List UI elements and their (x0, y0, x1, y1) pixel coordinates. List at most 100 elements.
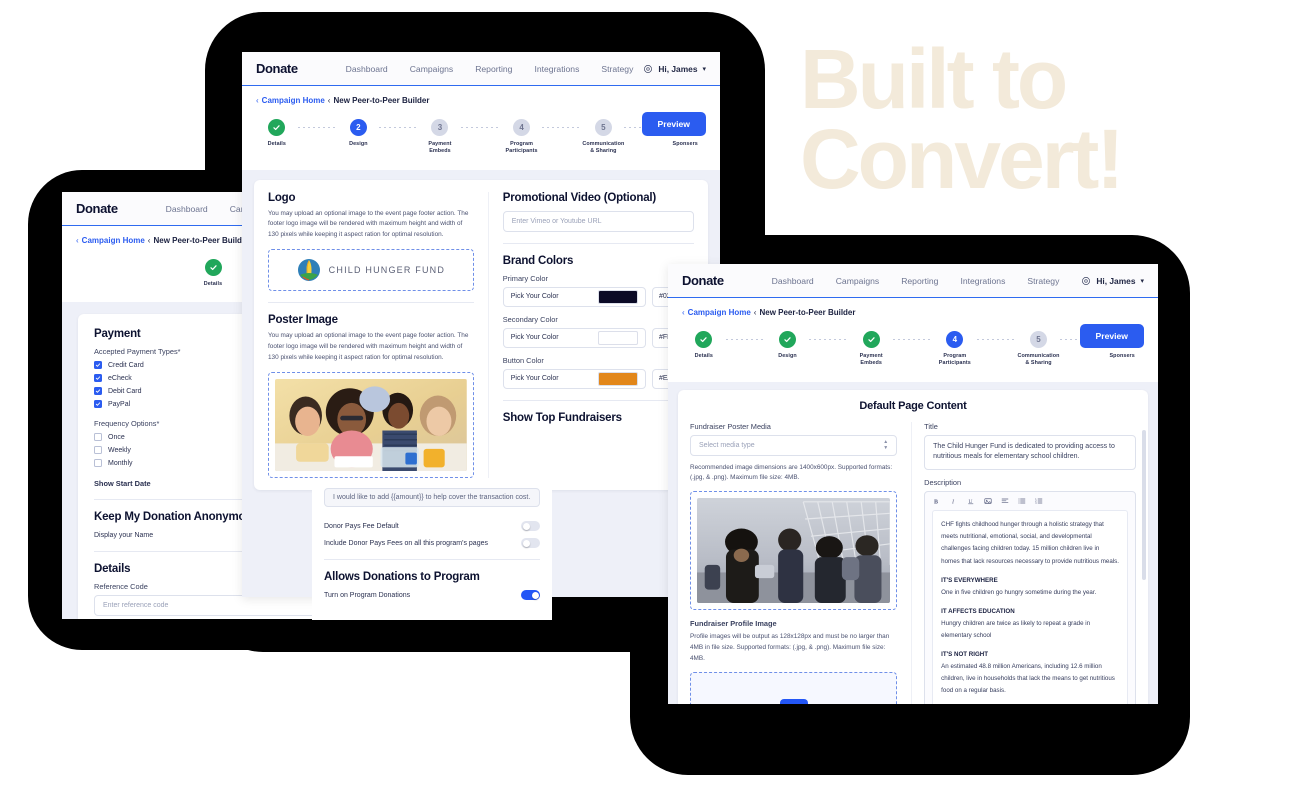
top-navigation-bar-mid: Donate Dashboard Campaigns Reporting Int… (242, 52, 720, 86)
breadcrumb-band-mid: ‹ Campaign Home ‹ New Peer-to-Peer Build… (242, 86, 720, 170)
breadcrumb-right: ‹ Campaign Home ‹ New Peer-to-Peer Build… (682, 308, 1144, 317)
profile-image-dropzone[interactable] (690, 672, 898, 704)
user-greeting[interactable]: Hi, James (658, 64, 697, 74)
nav-item-campaigns-mid[interactable]: Campaigns (410, 64, 453, 74)
nav-item-integrations-right[interactable]: Integrations (960, 276, 1005, 286)
nav-item-strategy-right[interactable]: Strategy (1027, 276, 1059, 286)
svg-text:I: I (951, 500, 955, 506)
logo-title: Logo (268, 191, 296, 204)
chevron-up-down-icon: ▲ ▼ (883, 438, 889, 451)
vertical-scrollbar[interactable] (1142, 429, 1146, 580)
top-fundraisers-title: Show Top Fundraisers (502, 411, 622, 424)
step-details[interactable]: Details (184, 259, 242, 288)
toggle-label: Display your Name (94, 531, 154, 539)
description-rich-text-editor: B I U 123 CHF fights childhood hunger th… (924, 491, 1136, 704)
gear-icon-right[interactable] (1081, 276, 1091, 286)
step-design-mid[interactable]: 2 Design (338, 119, 380, 148)
step-label-m2: Design (349, 141, 368, 147)
fee-settings-panel: I would like to add {{amount}} to help c… (312, 480, 552, 620)
upload-profile-image-button[interactable] (779, 699, 808, 704)
logo-dropzone[interactable]: CHILD HUNGER FUND (268, 249, 474, 292)
check-icon (209, 265, 217, 271)
step-design-right[interactable]: Design (766, 331, 810, 360)
align-icon[interactable] (1001, 497, 1009, 505)
brand-colors-title: Brand Colors (502, 254, 574, 267)
nav-item-reporting-right[interactable]: Reporting (901, 276, 938, 286)
button-color-picker[interactable]: Pick Your Color (502, 368, 646, 389)
button-color-row[interactable]: Pick Your Color #EA (502, 368, 694, 389)
underline-icon[interactable]: U (967, 497, 975, 505)
top-navigation-bar-right: Donate Dashboard Campaigns Reporting Int… (668, 264, 1158, 298)
title-input[interactable]: The Child Hunger Fund is dedicated to pr… (924, 434, 1136, 471)
chevron-down-icon-right[interactable]: ▾ (1140, 277, 1144, 285)
primary-color-label: Primary Color (502, 273, 548, 283)
toggle-switch-program-donations[interactable] (521, 590, 540, 600)
promo-video-input[interactable]: Enter Vimeo or Youtube URL (502, 210, 694, 232)
checkbox-label-4: PayPal (108, 400, 131, 408)
nav-item-campaigns-right[interactable]: Campaigns (836, 276, 879, 286)
toggle-include-fees[interactable]: Include Donor Pays Fees on all this prog… (324, 538, 540, 548)
primary-color-row[interactable]: Pick Your Color #02 (502, 286, 694, 307)
user-greeting-right[interactable]: Hi, James (1096, 276, 1135, 286)
step-comm-mid[interactable]: 5 Communication & Sharing (582, 119, 624, 156)
preview-button-right[interactable]: Preview (1079, 324, 1144, 348)
checkbox-icon-3 (94, 387, 102, 396)
step-details-mid[interactable]: Details (256, 119, 298, 148)
svg-text:3: 3 (1035, 503, 1037, 505)
check-icon-m1 (273, 125, 280, 131)
secondary-color-picker[interactable]: Pick Your Color (502, 327, 646, 348)
description-heading-2: IT AFFECTS EDUCATION (941, 607, 1015, 615)
nav-item-reporting-mid[interactable]: Reporting (475, 64, 512, 74)
secondary-color-row[interactable]: Pick Your Color #FF (502, 327, 694, 348)
connector-m1 (297, 119, 338, 136)
nav-item-integrations-mid[interactable]: Integrations (534, 64, 579, 74)
toggle-switch-include-fees[interactable] (521, 538, 540, 548)
page-content-columns: Fundraiser Poster Media Select media typ… (690, 421, 1136, 704)
profile-image-help: Profile images will be output as 128x128… (690, 633, 890, 663)
poster-dropzone[interactable] (268, 371, 474, 478)
primary-color-picker[interactable]: Pick Your Color (502, 286, 646, 307)
step-payment-right[interactable]: Payment Embeds (849, 331, 893, 368)
toggle-donor-pays-fee[interactable]: Donor Pays Fee Default (324, 521, 540, 531)
step-payment-mid[interactable]: 3 Payment Embeds (419, 119, 461, 156)
fundraiser-poster-dropzone[interactable] (690, 491, 898, 611)
connector-m4 (542, 119, 583, 136)
primary-color-swatch (598, 289, 638, 304)
bold-icon[interactable]: B (933, 497, 941, 506)
breadcrumb-campaign-home-mid[interactable]: Campaign Home (262, 96, 325, 105)
checkbox-icon-5 (94, 433, 102, 442)
checkbox-icon-7 (94, 459, 102, 468)
nav-links-right: Dashboard Campaigns Reporting Integratio… (772, 276, 1060, 286)
nav-item-strategy-mid[interactable]: Strategy (601, 64, 633, 74)
divider-mid-2 (502, 242, 694, 244)
gear-icon[interactable] (643, 64, 653, 74)
step-details-right[interactable]: Details (682, 331, 726, 360)
numbered-list-icon[interactable]: 123 (1035, 497, 1043, 505)
nav-item-dashboard-mid[interactable]: Dashboard (346, 64, 388, 74)
page-content-col-right: Title The Child Hunger Fund is dedicated… (911, 421, 1136, 704)
nav-item-dashboard[interactable]: Dashboard (166, 204, 208, 214)
step-program-right[interactable]: 4 Program Participants (933, 331, 977, 368)
preview-button[interactable]: Preview (641, 112, 706, 136)
description-para-3: An estimated 48.8 million Americans, inc… (941, 663, 1115, 695)
breadcrumb-campaign-home[interactable]: Campaign Home (82, 236, 145, 245)
fundraiser-poster-media-select[interactable]: Select media type ▲ ▼ (690, 434, 898, 456)
app-logo: Donate (76, 201, 118, 216)
toggle-label-fee-default: Donor Pays Fee Default (324, 522, 399, 530)
toggle-program-donations[interactable]: Turn on Program Donations (324, 590, 540, 600)
checkbox-label-7: Monthly (108, 459, 133, 467)
step-comm-right[interactable]: 5 Communication & Sharing (1017, 331, 1061, 368)
default-page-content-title: Default Page Content (859, 399, 967, 412)
step-program-mid[interactable]: 4 Program Participants (501, 119, 543, 156)
breadcrumb-campaign-home-right[interactable]: Campaign Home (688, 308, 751, 317)
nav-item-dashboard-right[interactable]: Dashboard (772, 276, 814, 286)
italic-icon[interactable]: I (950, 497, 958, 506)
image-icon[interactable] (984, 497, 992, 505)
description-text-area[interactable]: CHF fights childhood hunger through a ho… (932, 510, 1128, 704)
design-columns: Logo You may upload an optional image to… (268, 191, 694, 478)
chevron-down-icon[interactable]: ▾ (702, 65, 706, 73)
title-label: Title (924, 421, 938, 431)
fundraiser-poster-media-label: Fundraiser Poster Media (690, 421, 771, 431)
bullet-list-icon[interactable] (1018, 497, 1026, 505)
toggle-switch-fee-default[interactable] (521, 521, 540, 531)
